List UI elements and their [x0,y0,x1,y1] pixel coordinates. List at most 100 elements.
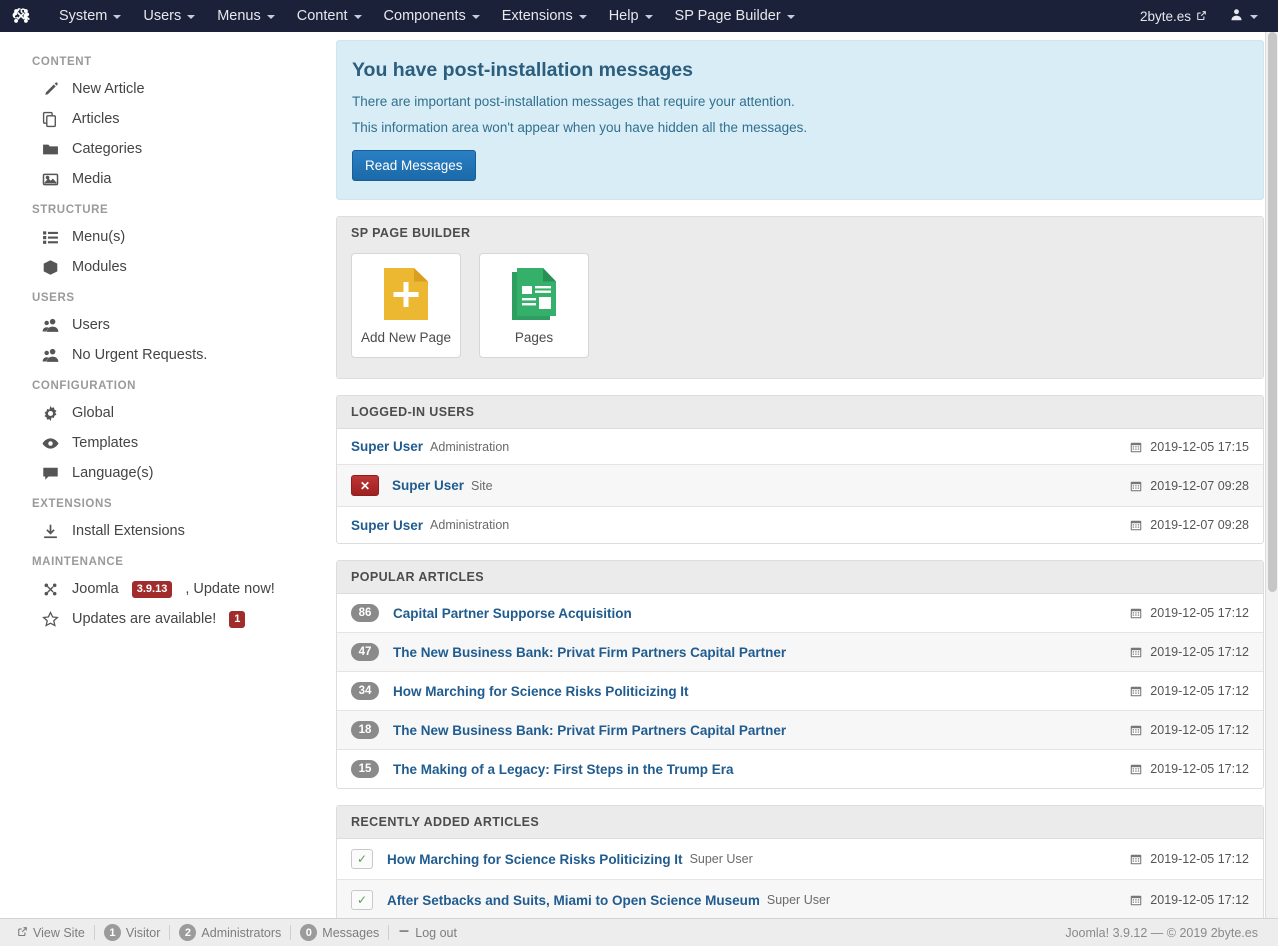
table-row: ✓ After Setbacks and Suits, Miami to Ope… [337,880,1263,918]
check-icon[interactable]: ✓ [351,849,373,869]
article-link[interactable]: The New Business Bank: Privat Firm Partn… [393,645,786,660]
sidebar-item-joomla-update[interactable]: Joomla 3.9.13 , Update now! [0,574,330,604]
sidebar-item-label: Media [72,171,112,187]
external-link-icon [1196,9,1207,24]
article-link[interactable]: After Setbacks and Suits, Miami to Open … [387,893,760,908]
date-label: 2019-12-05 17:12 [1150,762,1249,776]
article-link[interactable]: The Making of a Legacy: First Steps in t… [393,762,734,777]
row-main: Super User Administration [351,439,1130,454]
chevron-down-icon [786,15,795,19]
nav-label: Help [608,8,639,24]
pages-tile[interactable]: Pages [479,253,589,358]
pages-icon [486,268,582,320]
gear-icon [40,403,60,423]
article-link[interactable]: How Marching for Science Risks Politiciz… [387,852,683,867]
messages-indicator[interactable]: 0 Messages [291,924,388,941]
nav-item-sp-page-builder[interactable]: SP Page Builder [664,3,806,29]
article-link[interactable]: Capital Partner Supporse Acquisition [393,606,632,621]
copy-icon [40,109,60,129]
sidebar-item-articles[interactable]: Articles [0,104,330,134]
sidebar-item-users[interactable]: Users [0,310,330,340]
user-link[interactable]: Super User [392,478,464,493]
sidebar-item-modules[interactable]: Modules [0,252,330,282]
sidebar-item-no-urgent-requests[interactable]: No Urgent Requests. [0,340,330,370]
administrators-label: Administrators [201,925,282,940]
sidebar-item-global[interactable]: Global [0,398,330,428]
visitors-indicator[interactable]: 1 Visitor [95,924,170,941]
sidebar-heading-extensions: EXTENSIONS [32,498,113,510]
view-site-label: View Site [33,925,85,940]
row-meta: 2019-12-05 17:12 [1130,762,1249,776]
sidebar-item-label-pre: Updates are available! [72,611,217,627]
calendar-icon [1130,441,1142,453]
user-context: Site [471,478,493,493]
add-new-page-tile[interactable]: Add New Page [351,253,461,358]
read-messages-button[interactable]: Read Messages [352,150,476,181]
sidebar-item-menus[interactable]: Menu(s) [0,222,330,252]
user-menu[interactable] [1220,3,1266,29]
table-row: Super User Administration 2019-12-07 09:… [337,507,1263,543]
sidebar-item-label: New Article [72,81,145,97]
article-link[interactable]: How Marching for Science Risks Politiciz… [393,684,689,699]
x-icon[interactable]: ✕ [351,475,379,496]
chevron-down-icon [266,15,275,19]
calendar-icon [1130,894,1142,906]
row-meta: 2019-12-07 09:28 [1130,518,1249,532]
date-label: 2019-12-05 17:12 [1150,852,1249,866]
date-label: 2019-12-07 09:28 [1150,478,1249,493]
table-row: 47 The New Business Bank: Privat Firm Pa… [337,633,1263,672]
sidebar-item-label: No Urgent Requests. [72,347,208,363]
user-link[interactable]: Super User [351,439,423,454]
date-label: 2019-12-05 17:12 [1150,893,1249,907]
calendar-icon [1130,685,1142,697]
article-link[interactable]: The New Business Bank: Privat Firm Partn… [393,723,786,738]
eye-icon [40,433,60,453]
nav-item-components[interactable]: Components [373,3,491,29]
joomla-logo-icon [40,579,60,599]
top-right-group: 2byte.es [1131,3,1266,29]
user-link[interactable]: Super User [351,518,423,533]
calendar-icon [1130,607,1142,619]
sidebar-item-templates[interactable]: Templates [0,428,330,458]
sp-page-builder-tiles: Add New Page Pages [337,249,1263,378]
hits-badge: 18 [351,721,379,739]
author-label: Super User [766,893,831,907]
table-row: 34 How Marching for Science Risks Politi… [337,672,1263,711]
sidebar-item-updates-available[interactable]: Updates are available! 1 [0,604,330,634]
page-scrollbar[interactable] [1265,32,1278,918]
nav-item-extensions[interactable]: Extensions [491,3,598,29]
image-icon [40,169,60,189]
list-icon [40,227,60,247]
logout-button[interactable]: Log out [389,925,466,940]
row-main: 47 The New Business Bank: Privat Firm Pa… [351,643,1130,661]
row-meta: 2019-12-07 09:28 [1130,479,1249,493]
user-icon [1230,8,1243,24]
sp-page-builder-title: SP PAGE BUILDER [337,217,1263,249]
sidebar-item-media[interactable]: Media [0,164,330,194]
nav-item-users[interactable]: Users [132,3,206,29]
date-label: 2019-12-07 09:28 [1150,518,1249,532]
messages-count: 0 [300,924,318,941]
cube-icon [40,257,60,277]
nav-item-content[interactable]: Content [286,3,373,29]
sidebar: CONTENT New Article Articles Categories [0,32,330,918]
administrators-indicator[interactable]: 2 Administrators [170,924,290,941]
sidebar-item-install-extensions[interactable]: Install Extensions [0,516,330,546]
table-row: 18 The New Business Bank: Privat Firm Pa… [337,711,1263,750]
nav-item-menus[interactable]: Menus [206,3,286,29]
external-link-icon [17,926,28,940]
nav-item-system[interactable]: System [48,3,132,29]
site-name-link[interactable]: 2byte.es [1131,4,1216,29]
scrollbar-thumb[interactable] [1268,32,1277,592]
sidebar-item-new-article[interactable]: New Article [0,74,330,104]
nav-item-help[interactable]: Help [598,3,664,29]
check-icon[interactable]: ✓ [351,890,373,910]
view-site-button[interactable]: View Site [8,926,94,940]
sidebar-item-label: Users [72,317,110,333]
sidebar-item-languages[interactable]: Language(s) [0,458,330,488]
chevron-down-icon [644,15,653,19]
joomla-logo-icon[interactable] [10,5,32,27]
chevron-down-icon [471,15,480,19]
sidebar-item-categories[interactable]: Categories [0,134,330,164]
tile-label: Add New Page [360,330,452,345]
